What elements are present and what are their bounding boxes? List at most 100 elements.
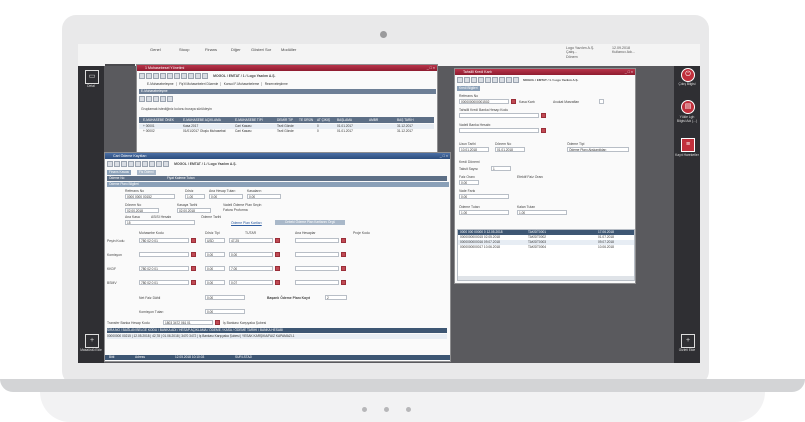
settings-icon[interactable]: [195, 73, 201, 79]
monitor-icon[interactable]: ▭: [85, 70, 99, 84]
menu-item-moduller[interactable]: Modüller: [281, 47, 296, 52]
new-icon[interactable]: [107, 161, 113, 167]
row-code-field[interactable]: 780 02 0 01: [139, 280, 189, 285]
tab-kredi-bilgileri[interactable]: Kredi Bilgileri: [457, 86, 480, 91]
row-code-field[interactable]: [139, 252, 189, 257]
lookup-icon[interactable]: [191, 266, 196, 271]
save-icon[interactable]: [121, 161, 127, 167]
save-icon[interactable]: [471, 77, 477, 83]
refresh-icon[interactable]: [142, 161, 148, 167]
export-icon[interactable]: [156, 161, 162, 167]
table-row[interactable]: 0000000000017 10.06.2018 TAKSİT0004 10.0…: [458, 245, 634, 250]
commission-field[interactable]: 0,00: [205, 309, 245, 314]
table-row[interactable]: + 00002 01/01/2017 Oluşlu Muhasebat Cari…: [139, 129, 434, 134]
col-aciklama[interactable]: E-MUHASEBE AÇIKLAMA: [183, 117, 221, 123]
window-controls[interactable]: _ □ ×: [427, 65, 435, 71]
row-hesap-field[interactable]: [295, 252, 339, 257]
rate-field[interactable]: 0,00: [247, 194, 281, 199]
col-demir[interactable]: DEMİR TİP: [277, 117, 293, 123]
bank-field[interactable]: [459, 113, 539, 118]
row-amount-field[interactable]: 0,00: [229, 252, 273, 257]
iva-field[interactable]: 0,00: [459, 194, 509, 199]
delete-icon[interactable]: [128, 161, 134, 167]
credit-field[interactable]: [459, 128, 539, 133]
filter-icon[interactable]: [499, 77, 505, 83]
tab-finans-kasasi[interactable]: Finans Kasası: [107, 170, 132, 175]
menu-item-diger[interactable]: Diğer: [231, 47, 241, 52]
menu-item-stoop[interactable]: Stoop: [179, 47, 189, 52]
export-icon[interactable]: [188, 73, 194, 79]
row-amount-field[interactable]: 7,00: [229, 266, 273, 271]
window-controls[interactable]: _ □ ×: [440, 153, 448, 159]
refresh-icon[interactable]: [492, 77, 498, 83]
help-icon[interactable]: [202, 73, 208, 79]
transfer-field[interactable]: 1803 3472 061 01: [163, 320, 213, 325]
open-icon[interactable]: [146, 73, 152, 79]
col-urun[interactable]: TE ÜRÜN: [299, 117, 313, 123]
new-icon[interactable]: [457, 77, 463, 83]
new-icon[interactable]: [139, 73, 145, 79]
lookup-icon[interactable]: [191, 238, 196, 243]
menu-item-finans[interactable]: Finans: [205, 47, 217, 52]
col-ambr[interactable]: AMBR: [369, 117, 378, 123]
menu-item-gosteri[interactable]: Gösteri Sor: [251, 47, 271, 52]
lookup-icon[interactable]: [275, 266, 280, 271]
row-cur-field[interactable]: USD: [205, 238, 225, 243]
lookup-icon[interactable]: [541, 128, 546, 133]
grid-search-icon[interactable]: [160, 96, 166, 102]
rate-field[interactable]: 0,00: [459, 180, 479, 185]
rail-cikis[interactable]: Çıkış Bilgisi: [675, 82, 699, 86]
type-select[interactable]: Ödeme Planı Alışkanlıkları: [567, 147, 629, 152]
print-icon[interactable]: [167, 73, 173, 79]
grid-edit-icon[interactable]: [146, 96, 152, 102]
rail-detal[interactable]: Detal: [79, 84, 103, 88]
plan-cards-button[interactable]: Cebeki Ödeme Plan Kartlarını Örgü: [275, 220, 345, 225]
sub-fis-duzenle[interactable]: Fiş'tl Muhasebeleri Düzenle: [179, 82, 218, 86]
col-baslama[interactable]: BAŞLAMA: [337, 117, 352, 123]
date2-field[interactable]: 02.00.2018: [177, 208, 211, 213]
kalan-field[interactable]: 1,00: [517, 210, 567, 215]
pay-field[interactable]: 1,00: [459, 210, 509, 215]
lookup-icon[interactable]: [341, 266, 346, 271]
dur-field[interactable]: 01.01.2018: [495, 147, 525, 152]
term-field[interactable]: 1: [491, 166, 511, 171]
row-hesap-field[interactable]: [295, 266, 339, 271]
planned-field[interactable]: 2: [325, 295, 347, 300]
row-cur-field[interactable]: 0,00: [205, 266, 225, 271]
save-icon[interactable]: [153, 73, 159, 79]
open-icon[interactable]: [114, 161, 120, 167]
print-icon[interactable]: [135, 161, 141, 167]
rail-gizleti-ekle[interactable]: Gizleti Ekle: [675, 348, 699, 352]
lookup-icon[interactable]: [341, 280, 346, 285]
filter-icon[interactable]: [181, 73, 187, 79]
list-scrollbar[interactable]: [458, 276, 634, 280]
lookup-icon[interactable]: [511, 99, 516, 104]
lookup-icon[interactable]: [275, 252, 280, 257]
row-amount-field[interactable]: 0,07: [229, 280, 273, 285]
grid-add-icon[interactable]: [139, 96, 145, 102]
row-hesap-field[interactable]: [295, 238, 339, 243]
col-cikis[interactable]: AT ÇIKIŞ: [317, 117, 330, 123]
grid-sort-icon[interactable]: [167, 96, 173, 102]
amount-field[interactable]: 0,00: [209, 194, 243, 199]
delete-icon[interactable]: [160, 73, 166, 79]
row-cur-field[interactable]: 0,00: [205, 280, 225, 285]
doc-field[interactable]: 15: [125, 220, 195, 225]
open-icon[interactable]: [464, 77, 470, 83]
filter-icon[interactable]: [149, 161, 155, 167]
avukat-checkbox[interactable]: [599, 99, 604, 104]
export-icon[interactable]: [506, 77, 512, 83]
lookup-icon[interactable]: [541, 113, 546, 118]
lookup-icon[interactable]: [341, 252, 346, 257]
menu-item-genel[interactable]: Genel: [150, 47, 161, 52]
col-onek[interactable]: E-MUHASEBE ÖNEK: [143, 117, 174, 123]
sub-rezerve[interactable]: Rezerveleştirme: [265, 82, 288, 86]
row-code-field[interactable]: 780 02 0 01: [139, 238, 189, 243]
grid-remove-icon[interactable]: [153, 96, 159, 102]
row-cur-field[interactable]: 0,00: [205, 252, 225, 257]
rail-masaustu-ekle[interactable]: Masaüstü Ekle: [79, 348, 103, 352]
col-tip[interactable]: E-MUHASEBE TİPİ: [235, 117, 263, 123]
add-desktop-icon[interactable]: +: [85, 334, 99, 348]
power-icon[interactable]: ⏻: [681, 68, 695, 82]
rail-kayit[interactable]: Kayıt Hareketler: [675, 153, 699, 157]
